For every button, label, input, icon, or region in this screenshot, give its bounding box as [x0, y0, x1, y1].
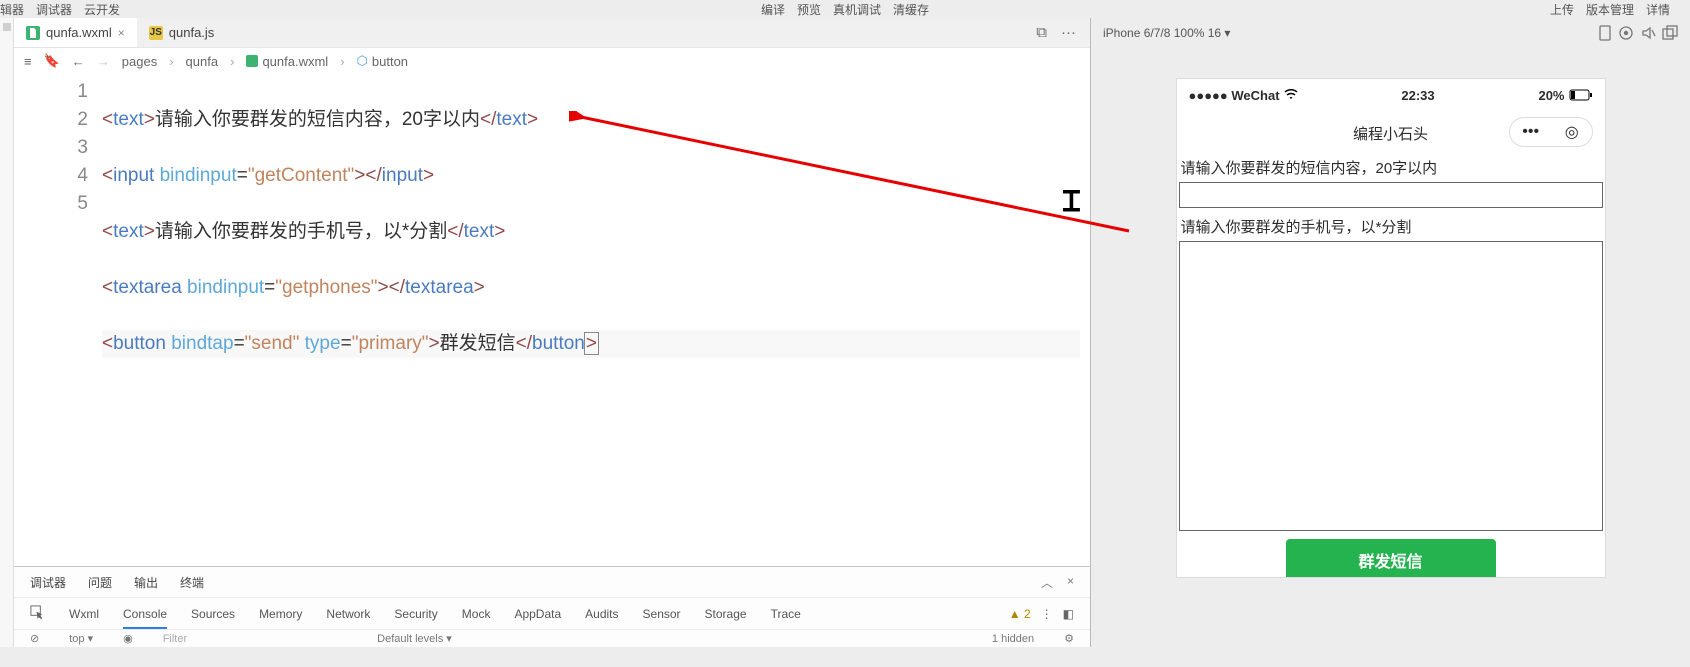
stop-icon[interactable]: ⊘ — [30, 632, 39, 645]
code-body[interactable]: <text>请输入你要群发的短信内容，20字以内</text> <input b… — [102, 74, 1090, 566]
menu-debugger[interactable]: 调试器 — [36, 1, 72, 18]
editor-subbar: ≡ 🔖 ← → pages › qunfa › qunfa.wxml › ⬡bu… — [14, 48, 1090, 74]
devtool-audits[interactable]: Audits — [585, 607, 618, 621]
split-editor-icon[interactable]: ⧉ — [1036, 24, 1047, 41]
devtool-memory[interactable]: Memory — [259, 607, 302, 621]
devtool-console[interactable]: Console — [123, 607, 167, 629]
chevron-right-icon: › — [340, 54, 344, 69]
popout-icon[interactable] — [1662, 25, 1678, 41]
phones-textarea[interactable] — [1179, 241, 1603, 531]
devtool-network[interactable]: Network — [326, 607, 370, 621]
tab-qunfa-js[interactable]: JS qunfa.js — [137, 18, 227, 47]
mute-icon[interactable] — [1640, 25, 1656, 41]
bottom-panel: 调试器 问题 输出 终端 ︿ × Wxml Console Sources Me… — [14, 566, 1090, 647]
panel-tab-output[interactable]: 输出 — [134, 574, 158, 591]
status-bar: ●●●●● WeChat 22:33 20% — [1177, 79, 1605, 111]
menu-preview[interactable]: 预览 — [797, 1, 821, 18]
close-icon[interactable]: × — [1067, 574, 1074, 591]
kebab-icon[interactable]: ⋮ — [1041, 607, 1053, 621]
device-icon[interactable] — [1598, 25, 1612, 41]
carrier-label: ●●●●● WeChat — [1189, 88, 1280, 103]
list-icon[interactable]: ≡ — [24, 54, 32, 69]
tab-label: qunfa.js — [169, 25, 215, 40]
panel-tab-problems[interactable]: 问题 — [88, 574, 112, 591]
devtool-sensor[interactable]: Sensor — [643, 607, 681, 621]
top-menu: 辑器 调试器 云开发 编译 预览 真机调试 清缓存 上传 版本管理 详情 — [0, 0, 1690, 18]
tab-qunfa-wxml[interactable]: qunfa.wxml × — [14, 18, 137, 47]
collapse-icon[interactable]: ︿ — [1041, 574, 1053, 591]
context-select[interactable]: top ▾ — [69, 632, 93, 645]
wifi-icon — [1284, 88, 1298, 103]
nav-bar: 编程小石头 ••• ◎ — [1177, 111, 1605, 155]
capsule-close-icon[interactable]: ◎ — [1565, 122, 1579, 142]
device-select[interactable]: iPhone 6/7/8 100% 16 ▾ — [1103, 26, 1230, 40]
battery: 20% — [1538, 88, 1592, 103]
menu-upload[interactable]: 上传 — [1550, 1, 1574, 18]
devtool-mock[interactable]: Mock — [462, 607, 491, 621]
filter-input[interactable]: Filter — [163, 633, 187, 645]
nav-forward-icon[interactable]: → — [97, 54, 110, 69]
devtool-storage[interactable]: Storage — [705, 607, 747, 621]
breadcrumb[interactable]: qunfa.wxml — [246, 54, 328, 69]
devtool-wxml[interactable]: Wxml — [69, 607, 99, 621]
dock-icon[interactable]: ◧ — [1063, 607, 1074, 621]
wxml-file-icon — [246, 55, 258, 67]
devtool-sources[interactable]: Sources — [191, 607, 235, 621]
cube-icon: ⬡ — [357, 53, 368, 69]
gear-icon[interactable]: ⚙ — [1064, 632, 1074, 645]
warning-badge[interactable]: ▲ 2 — [1009, 607, 1031, 621]
js-file-icon: JS — [149, 26, 163, 40]
clock: 22:33 — [1298, 88, 1539, 103]
chevron-right-icon: › — [230, 54, 234, 69]
breadcrumb[interactable]: pages — [122, 54, 157, 69]
chevron-right-icon: › — [169, 54, 173, 69]
menu-version[interactable]: 版本管理 — [1586, 1, 1634, 18]
phone-simulator: ●●●●● WeChat 22:33 20% 编程小石头 ••• ◎ 请输入你要… — [1176, 78, 1606, 578]
editor-pane: qunfa.wxml × JS qunfa.js ⧉ ··· ≡ 🔖 ← → p… — [14, 18, 1090, 647]
capsule[interactable]: ••• ◎ — [1509, 117, 1593, 147]
simulator-pane: iPhone 6/7/8 100% 16 ▾ ●●●●● WeChat 22:3… — [1090, 18, 1690, 647]
eye-icon[interactable]: ◉ — [123, 632, 133, 645]
panel-tab-terminal[interactable]: 终端 — [180, 574, 204, 591]
sms-content-input[interactable] — [1179, 182, 1603, 208]
line-gutter: 12345 — [14, 74, 102, 566]
panel-tab-debugger[interactable]: 调试器 — [30, 574, 66, 591]
menu-compile[interactable]: 编译 — [761, 1, 785, 18]
bookmark-icon[interactable]: 🔖 — [44, 53, 60, 69]
devtool-trace[interactable]: Trace — [771, 607, 801, 621]
activity-bar — [0, 18, 14, 647]
menu-details[interactable]: 详情 — [1646, 1, 1670, 18]
devtool-appdata[interactable]: AppData — [514, 607, 561, 621]
levels-select[interactable]: Default levels ▾ — [377, 632, 452, 645]
menu-remote-debug[interactable]: 真机调试 — [833, 1, 881, 18]
menu-clear-cache[interactable]: 清缓存 — [893, 1, 929, 18]
close-icon[interactable]: × — [118, 26, 125, 40]
devtool-security[interactable]: Security — [394, 607, 437, 621]
send-sms-button[interactable]: 群发短信 — [1286, 539, 1496, 577]
inspect-icon[interactable] — [30, 605, 45, 623]
page-body: 请输入你要群发的短信内容，20字以内 请输入你要群发的手机号，以*分割 群发短信 — [1177, 155, 1605, 577]
phones-label: 请输入你要群发的手机号，以*分割 — [1177, 214, 1605, 239]
nav-back-icon[interactable]: ← — [72, 54, 85, 69]
code-editor[interactable]: 12345 <text>请输入你要群发的短信内容，20字以内</text> <i… — [14, 74, 1090, 566]
tab-label: qunfa.wxml — [46, 25, 112, 40]
menu-cloud[interactable]: 云开发 — [84, 1, 120, 18]
breadcrumb[interactable]: qunfa — [186, 54, 219, 69]
hidden-count[interactable]: 1 hidden — [992, 633, 1034, 645]
record-icon[interactable] — [1618, 25, 1634, 41]
capsule-menu-icon[interactable]: ••• — [1522, 123, 1539, 141]
editor-tabs: qunfa.wxml × JS qunfa.js ⧉ ··· — [14, 18, 1090, 48]
menu-editor[interactable]: 辑器 — [0, 1, 24, 18]
more-icon[interactable]: ··· — [1061, 24, 1076, 41]
text-cursor-icon: Ꮖ — [1058, 190, 1086, 218]
sms-content-label: 请输入你要群发的短信内容，20字以内 — [1177, 155, 1605, 180]
rail-icon[interactable] — [3, 23, 11, 31]
page-title: 编程小石头 — [1353, 123, 1428, 144]
wxml-file-icon — [26, 26, 40, 40]
breadcrumb[interactable]: ⬡button — [357, 53, 409, 69]
